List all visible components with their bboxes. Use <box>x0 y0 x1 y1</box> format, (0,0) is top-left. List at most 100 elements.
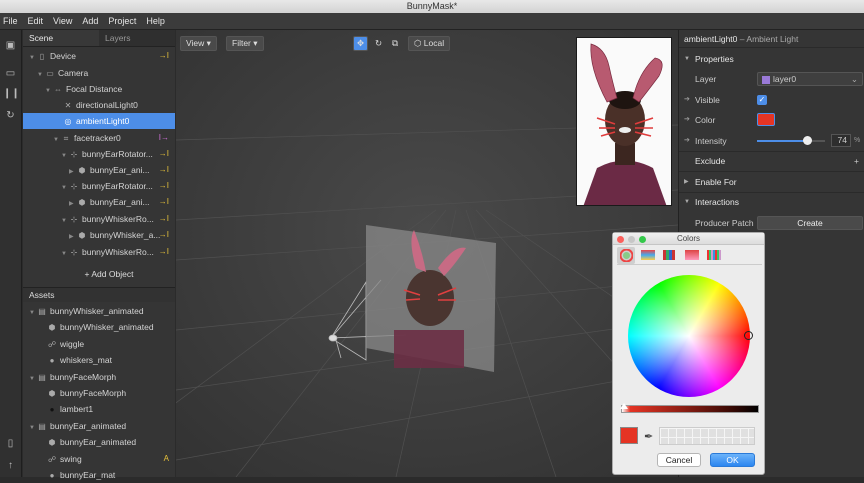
colors-toolbar <box>617 247 762 265</box>
tree-item-ambient-light[interactable]: ◎ ambientLight0 <box>23 113 175 129</box>
asset-item[interactable]: ● bunnyEar_mat <box>23 467 175 483</box>
tree-item-whisker-anim[interactable]: ▶ ⬢ bunnyWhisker_a... →I <box>23 227 175 243</box>
material-icon: ● <box>49 356 55 365</box>
tree-item-directional-light[interactable]: ✕ directionalLight0 <box>23 97 175 113</box>
minimize-window-icon[interactable] <box>628 236 635 243</box>
palettes-mode-icon[interactable] <box>663 250 675 260</box>
menu-view[interactable]: View <box>53 16 72 26</box>
asset-item[interactable]: ● whiskers_mat <box>23 352 175 368</box>
cube-icon: ⬢ <box>78 198 86 207</box>
file-icon: ▤ <box>38 307 46 316</box>
tree-item-device[interactable]: ▼ ▯ Device →I <box>23 48 175 64</box>
enable-for-section[interactable]: ▶ Enable For <box>679 173 864 191</box>
move-tool-icon[interactable]: ✥ <box>353 36 369 51</box>
device-icon[interactable]: ▯ <box>3 436 18 451</box>
sync-icon[interactable]: ↻ <box>3 108 18 123</box>
keyframe-arrow-icon[interactable]: ➔ <box>684 132 690 150</box>
local-toggle[interactable]: ⬡ Local <box>408 36 451 51</box>
close-window-icon[interactable] <box>617 236 624 243</box>
tree-item-whisker-rotator-2[interactable]: ▼ ⊹ bunnyWhiskerRo... →I <box>23 244 175 260</box>
interactions-section[interactable]: ▼ Interactions <box>679 193 864 211</box>
assets-header: Assets <box>23 287 175 302</box>
video-icon[interactable]: ▭ <box>3 66 18 81</box>
cancel-button[interactable]: Cancel <box>657 453 701 467</box>
visible-row: ➔ Visible ✓ <box>679 91 864 109</box>
asset-item[interactable]: ▼ ▤ bunnyEar_animated <box>23 418 175 434</box>
layout-icon[interactable]: ▣ <box>3 38 18 53</box>
cube-icon: ⬢ <box>78 166 86 175</box>
asset-item[interactable]: ▼ ▤ bunnyWhisker_animated <box>23 303 175 319</box>
color-wheel-mode-icon[interactable] <box>620 249 633 262</box>
file-icon: ▤ <box>38 422 46 431</box>
tab-scene[interactable]: Scene <box>23 30 99 46</box>
device-preview <box>576 37 672 206</box>
null-object-icon: ⊹ <box>70 215 78 224</box>
colors-dialog-title: Colors <box>613 233 764 245</box>
tree-item-ear-rotator-2[interactable]: ▼ ⊹ bunnyEarRotator... →I <box>23 178 175 194</box>
ok-button[interactable]: OK <box>710 453 755 467</box>
image-palettes-mode-icon[interactable] <box>685 250 699 260</box>
material-icon: ● <box>49 405 55 414</box>
visible-checkbox[interactable]: ✓ <box>757 95 767 105</box>
intensity-input[interactable]: 74 <box>831 134 851 147</box>
color-wheel[interactable] <box>628 275 753 397</box>
tree-item-ear-rotator-1[interactable]: ▼ ⊹ bunnyEarRotator... →I <box>23 146 175 162</box>
tree-item-facetracker[interactable]: ▼ ⌗ facetracker0 I→ <box>23 130 175 146</box>
asset-item[interactable]: ▼ ▤ bunnyFaceMorph <box>23 369 175 385</box>
color-swatch[interactable] <box>757 113 775 126</box>
keyframe-arrow-icon[interactable]: ➔ <box>684 91 690 109</box>
pause-icon[interactable]: ❙❙ <box>3 86 20 101</box>
zoom-window-icon[interactable] <box>639 236 646 243</box>
add-object-button[interactable]: + Add Object <box>23 266 175 282</box>
plus-icon[interactable]: + <box>854 152 859 170</box>
intensity-row: ➔ Intensity 74 % <box>679 132 864 150</box>
scale-tool-icon[interactable]: ⧉ <box>388 36 402 51</box>
cube-icon: ⬢ <box>78 231 86 240</box>
exclude-section[interactable]: Exclude + <box>679 152 864 170</box>
tool-strip: ▣ ▭ ❙❙ ↻ ▯ ↑ <box>0 30 22 477</box>
animation-icon: ☍ <box>47 455 57 464</box>
asset-item[interactable]: ⬢ bunnyEar_animated <box>23 434 175 450</box>
tab-layers[interactable]: Layers <box>99 30 175 46</box>
layer-select[interactable]: layer0 ⌄ <box>757 72 863 86</box>
tree-item-whisker-rotator-1[interactable]: ▼ ⊹ bunnyWhiskerRo... →I <box>23 211 175 227</box>
tree-item-camera[interactable]: ▼ ▭ Camera <box>23 65 175 81</box>
asset-item[interactable]: ☍ wiggle <box>23 336 175 352</box>
null-object-icon: ⊹ <box>70 150 78 159</box>
menu-edit[interactable]: Edit <box>28 16 44 26</box>
swatch-grid[interactable] <box>659 427 755 445</box>
menu-add[interactable]: Add <box>82 16 98 26</box>
pencils-mode-icon[interactable] <box>707 250 721 260</box>
filter-dropdown[interactable]: Filter ▾ <box>226 36 264 51</box>
tree-item-focal-distance[interactable]: ▼ ⇔ Focal Distance <box>23 81 175 97</box>
view-dropdown[interactable]: View ▾ <box>180 36 217 51</box>
cube-icon: ⬢ <box>48 438 56 447</box>
asset-item[interactable]: ● lambert1 <box>23 401 175 417</box>
focal-icon: ⇔ <box>54 85 62 94</box>
brightness-slider[interactable] <box>620 403 759 413</box>
selected-color-swatch[interactable] <box>620 427 638 444</box>
menu-project[interactable]: Project <box>108 16 136 26</box>
tree-item-ear-anim-2[interactable]: ▶ ⬢ bunnyEar_ani... →I <box>23 194 175 210</box>
asset-item[interactable]: ☍ swing A <box>23 451 175 467</box>
asset-item[interactable]: ⬢ bunnyWhisker_animated <box>23 319 175 335</box>
color-row: ➔ Color <box>679 111 864 129</box>
menu-file[interactable]: File <box>3 16 18 26</box>
upload-icon[interactable]: ↑ <box>3 458 18 473</box>
rotate-tool-icon[interactable]: ↻ <box>371 36 386 51</box>
intensity-slider[interactable] <box>757 136 825 145</box>
eyedropper-icon[interactable]: ✒ <box>644 430 653 443</box>
keyframe-arrow-icon[interactable]: ➔ <box>684 111 690 129</box>
intensity-slider-knob[interactable] <box>803 136 813 145</box>
properties-section[interactable]: ▼ Properties <box>679 50 864 68</box>
asset-item[interactable]: ⬢ bunnyFaceMorph <box>23 385 175 401</box>
tree-item-ear-anim-1[interactable]: ▶ ⬢ bunnyEar_ani... →I <box>23 162 175 178</box>
color-wheel-cursor[interactable] <box>744 331 753 340</box>
animation-icon: ☍ <box>47 340 57 349</box>
scene-panel: Scene Layers ▼ ▯ Device →I ▼ ▭ Camera ▼ ⇔ Focal… <box>23 30 175 480</box>
sliders-mode-icon[interactable] <box>641 250 655 260</box>
menu-help[interactable]: Help <box>146 16 165 26</box>
create-button[interactable]: Create <box>757 216 863 230</box>
producer-patch-row: Producer Patch Create <box>679 214 864 232</box>
brightness-slider-knob[interactable] <box>620 403 628 409</box>
